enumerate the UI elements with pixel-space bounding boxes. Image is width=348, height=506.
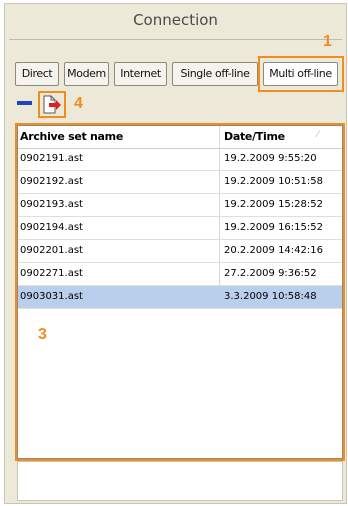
tab-direct[interactable]: Direct (15, 62, 59, 86)
callout-label-1: 1 (323, 33, 332, 50)
footer-panel (17, 461, 343, 501)
panel-title: Connection (133, 11, 218, 29)
minus-icon[interactable] (17, 101, 32, 105)
callout-label-3: 3 (38, 326, 47, 343)
callout-box-3 (15, 123, 345, 461)
tab-single-offline[interactable]: Single off-line (172, 62, 258, 86)
callout-box-1 (258, 56, 344, 92)
export-icon[interactable] (38, 91, 66, 118)
callout-label-4: 4 (74, 95, 83, 112)
title-divider (9, 39, 342, 40)
tab-internet[interactable]: Internet (114, 62, 167, 86)
tab-modem[interactable]: Modem (64, 62, 109, 86)
